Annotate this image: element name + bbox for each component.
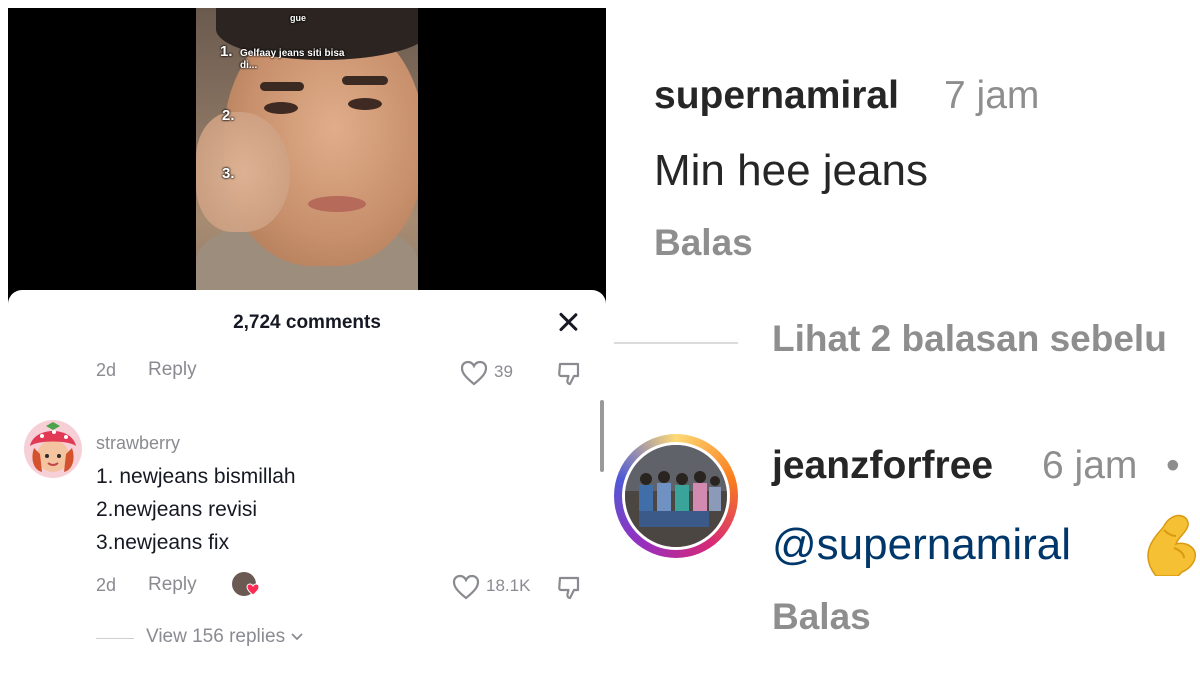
heart-icon[interactable]: [460, 360, 488, 386]
tiktok-screenshot: gue 1. Gelfaay jeans siti bisa di... 2. …: [8, 8, 606, 668]
heart-icon[interactable]: [452, 574, 480, 600]
reply-reply-button[interactable]: Balas: [772, 596, 871, 638]
reply-mention-link[interactable]: @supernamiral: [772, 520, 1071, 570]
comments-count-title: 2,724 comments: [233, 312, 381, 333]
comment-line-2: 2.newjeans revisi: [96, 498, 258, 521]
comment-reply-button[interactable]: Reply: [148, 574, 197, 596]
video-player[interactable]: gue 1. Gelfaay jeans siti bisa di... 2. …: [8, 8, 606, 308]
comment-line-1: 1. newjeans bismillah: [96, 465, 296, 488]
previous-comment-age: 2d: [96, 360, 117, 380]
reply-username[interactable]: jeanzforfree: [772, 444, 993, 488]
reply-separator: •: [1166, 444, 1180, 487]
video-person-hand: [196, 112, 290, 232]
left-eye: [264, 102, 298, 114]
view-replies-button[interactable]: View 156 replies: [146, 626, 304, 648]
dislike-icon[interactable]: [556, 574, 584, 602]
right-eye: [348, 98, 382, 110]
dislike-icon[interactable]: [556, 360, 584, 388]
instagram-screenshot: supernamiral 7 jam Min hee jeans Balas L…: [614, 0, 1200, 675]
comment-time: 7 jam: [944, 74, 1040, 117]
comments-sheet: 2,724 comments 2d Reply 39 strawberry 1.…: [8, 290, 606, 668]
comment-reply-button[interactable]: Balas: [654, 222, 753, 264]
chevron-down-icon: [291, 633, 303, 641]
left-eyebrow: [260, 82, 304, 91]
right-eyebrow: [342, 76, 388, 85]
comment-username[interactable]: strawberry: [96, 433, 180, 454]
comment-text: Min hee jeans: [654, 146, 928, 195]
video-list-item-1: Gelfaay jeans siti bisa di...: [240, 48, 345, 71]
scrollbar[interactable]: [600, 400, 604, 472]
view-replies-label: View 156 replies: [146, 626, 286, 647]
video-list-number-1: 1.: [220, 43, 233, 60]
close-icon[interactable]: [554, 308, 582, 336]
view-replies-divider: [614, 342, 738, 344]
previous-comment-reply-button[interactable]: Reply: [148, 359, 197, 381]
comment-line-3: 3.newjeans fix: [96, 531, 230, 554]
strawberry-avatar-icon: [30, 422, 76, 472]
video-list-number-2: 2.: [222, 107, 235, 124]
video-list-number-3: 3.: [222, 165, 235, 182]
comment-username[interactable]: supernamiral: [654, 74, 899, 118]
comment-like-count: 18.1K: [486, 576, 531, 595]
previous-comment-like-count: 39: [494, 362, 513, 381]
view-previous-replies-button[interactable]: Lihat 2 balasan sebelu: [772, 318, 1167, 360]
avatar: [622, 442, 730, 550]
group-photo-icon: [625, 445, 727, 547]
avatar[interactable]: [24, 420, 82, 478]
video-frame: gue 1. Gelfaay jeans siti bisa di... 2. …: [196, 8, 418, 308]
replies-divider: [96, 638, 134, 639]
pinched-fingers-emoji-icon: [1147, 514, 1196, 576]
creator-heart-icon: [246, 583, 260, 596]
comment-age: 2d: [96, 575, 117, 595]
story-ring[interactable]: [614, 434, 738, 558]
reply-time: 6 jam: [1042, 444, 1138, 487]
mouth: [308, 196, 366, 212]
video-caption-top: gue: [290, 13, 307, 23]
